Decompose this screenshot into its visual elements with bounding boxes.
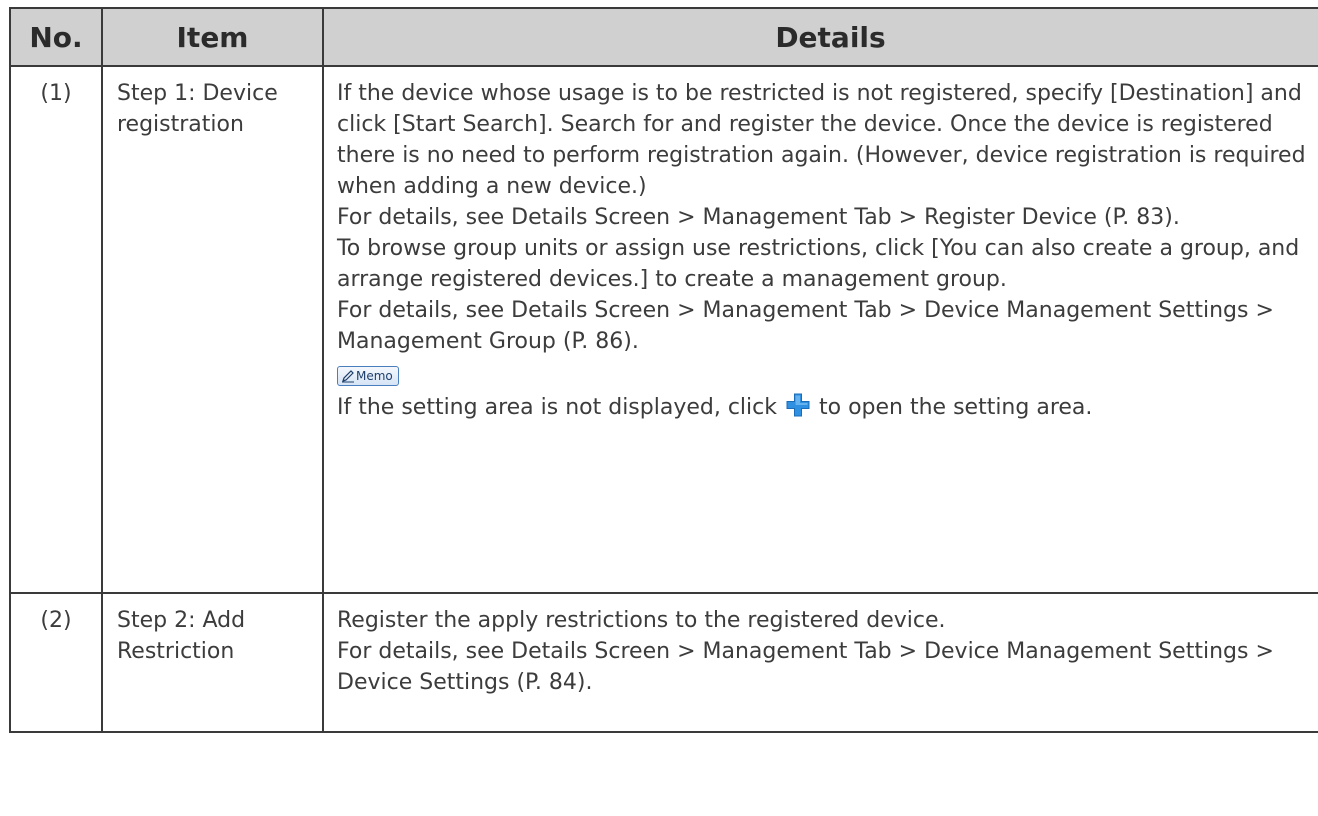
row-details: Register the apply restrictions to the r… <box>322 592 1318 733</box>
table-row: (2) Step 2: Add Restriction Register the… <box>9 592 1318 733</box>
row-details: If the device whose usage is to be restr… <box>322 65 1318 594</box>
header-item: Item <box>101 7 324 67</box>
row-item: Step 2: Add Restriction <box>101 592 324 733</box>
table-row: (1) Step 1: Device registration If the d… <box>9 65 1318 594</box>
steps-table: No. Item Details (1) Step 1: Device regi… <box>9 7 1318 733</box>
memo-text: If the setting area is not displayed, cl… <box>337 392 1318 426</box>
details-paragraph: For details, see Details Screen > Manage… <box>337 205 1180 230</box>
details-paragraph: If the device whose usage is to be restr… <box>337 81 1306 199</box>
memo-text-after: to open the setting area. <box>819 395 1093 420</box>
row-number: (2) <box>9 592 103 733</box>
memo-text-before: If the setting area is not displayed, cl… <box>337 395 777 420</box>
pencil-memo-icon <box>342 370 354 383</box>
row-number: (1) <box>9 65 103 594</box>
details-paragraph: For details, see Details Screen > Manage… <box>337 298 1274 354</box>
memo-badge: Memo <box>337 366 399 386</box>
row-item: Step 1: Device registration <box>101 65 324 594</box>
memo-label: Memo <box>356 369 393 383</box>
details-paragraph: To browse group units or assign use rest… <box>337 236 1300 292</box>
details-paragraph: For details, see Details Screen > Manage… <box>337 639 1274 695</box>
blue-plus-icon <box>786 393 810 426</box>
header-no: No. <box>9 7 103 67</box>
details-paragraph: Register the apply restrictions to the r… <box>337 608 946 633</box>
header-details: Details <box>322 7 1318 67</box>
table-header-row: No. Item Details <box>9 7 1318 67</box>
